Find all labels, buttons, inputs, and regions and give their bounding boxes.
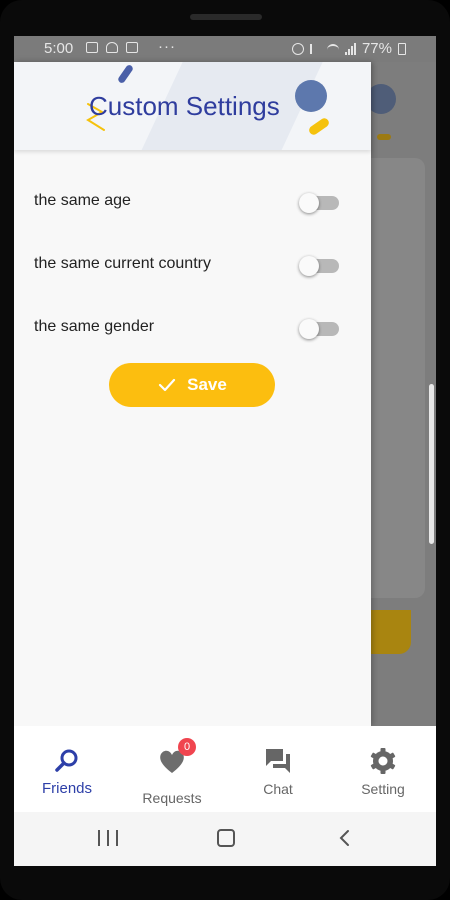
nav-label-chat: Chat <box>263 781 293 797</box>
phone-frame: 5:00 ··· 77% Custom Settings the same ag… <box>0 0 450 900</box>
more-notifications-icon: ··· <box>158 38 176 55</box>
mute-icon <box>309 43 321 54</box>
nav-item-friends[interactable]: Friends <box>14 726 120 812</box>
option-label: the same current country <box>34 255 211 272</box>
scrollbar[interactable] <box>429 384 434 544</box>
notification-icon <box>106 42 118 53</box>
phone-speaker <box>190 14 262 20</box>
same-age-toggle[interactable] <box>299 193 339 213</box>
save-button[interactable]: Save <box>109 363 275 407</box>
option-row-same-gender: the same gender <box>34 314 339 342</box>
header-decoration-circle <box>295 80 327 112</box>
recent-apps-button[interactable] <box>98 830 118 846</box>
custom-settings-drawer: Custom Settings the same age the same cu… <box>14 62 371 726</box>
gear-icon <box>370 748 396 774</box>
header-decoration-dash <box>116 63 135 85</box>
alarm-icon <box>291 42 304 55</box>
status-time: 5:00 <box>44 40 74 57</box>
drawer-title: Custom Settings <box>89 91 280 121</box>
requests-count-badge: 0 <box>178 738 196 756</box>
bottom-navigation: Friends Requests 0 Chat Setting <box>14 726 436 812</box>
toggle-thumb <box>299 256 319 276</box>
nav-item-chat[interactable]: Chat <box>225 726 331 812</box>
gallery-notification-icon <box>126 42 138 53</box>
check-icon <box>159 378 176 392</box>
toggle-thumb <box>299 319 319 339</box>
battery-percent: 77% <box>361 40 392 57</box>
drawer-header: Custom Settings <box>14 62 371 150</box>
wifi-icon <box>326 43 339 54</box>
screen: 5:00 ··· 77% Custom Settings the same ag… <box>14 36 436 866</box>
same-gender-toggle[interactable] <box>299 319 339 339</box>
decoration-accent <box>377 134 391 140</box>
option-row-same-country: the same current country <box>34 251 339 279</box>
nav-item-requests[interactable]: Requests <box>119 726 225 812</box>
nav-label-friends: Friends <box>41 780 93 797</box>
header-decoration-yellow <box>307 116 331 137</box>
gallery-notification-icon <box>86 42 98 53</box>
signal-icon <box>344 42 356 55</box>
option-label: the same gender <box>34 318 155 335</box>
toggle-thumb <box>299 193 319 213</box>
nav-label-requests: Requests <box>142 790 202 806</box>
option-row-same-age: the same age <box>34 188 339 216</box>
same-country-toggle[interactable] <box>299 256 339 276</box>
notification-icons <box>86 42 138 53</box>
background-button <box>371 610 411 654</box>
nav-label-setting: Setting <box>361 781 405 797</box>
option-label: the same age <box>34 192 131 209</box>
background-card <box>371 158 425 598</box>
home-button[interactable] <box>217 829 235 847</box>
battery-icon <box>398 42 406 55</box>
status-right: 77% <box>291 40 406 57</box>
system-navigation-bar <box>14 812 436 866</box>
background-page[interactable] <box>366 62 436 726</box>
back-button[interactable] <box>336 828 354 848</box>
save-label: Save <box>187 375 227 394</box>
friends-search-icon <box>55 749 78 772</box>
chat-icon <box>266 749 290 773</box>
status-bar: 5:00 ··· 77% <box>14 36 436 62</box>
nav-item-setting[interactable]: Setting <box>330 726 436 812</box>
